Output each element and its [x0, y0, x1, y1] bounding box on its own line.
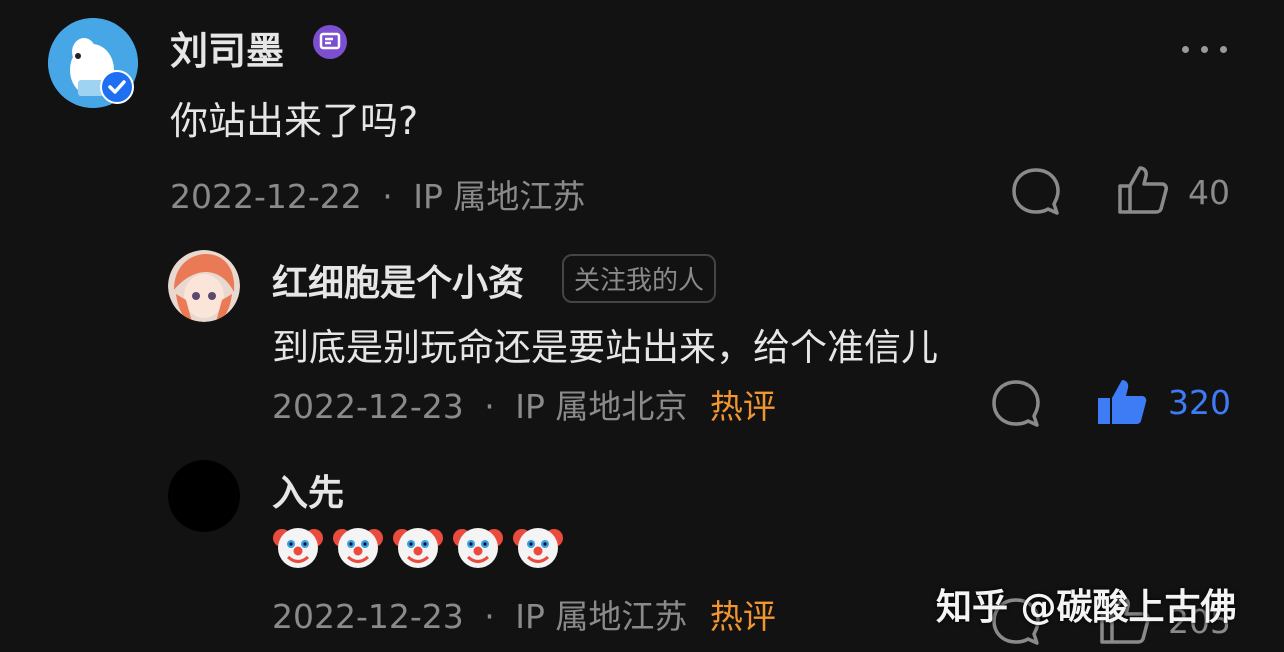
avatar-hongxibao[interactable] — [168, 250, 240, 322]
comment-date: 2022-12-23 — [272, 387, 464, 426]
clown-face-emoji — [392, 520, 444, 572]
like-icon-active[interactable] — [1096, 376, 1150, 428]
meta-separator: · — [484, 597, 495, 636]
comment-meta: 2022-12-22 · IP 属地江苏 — [170, 170, 585, 218]
comment-location: IP 属地江苏 — [515, 597, 688, 636]
like-count: 320 — [1168, 383, 1231, 422]
reply-icon[interactable] — [1010, 166, 1062, 218]
verified-icon — [100, 70, 134, 104]
member-badge-icon — [312, 24, 348, 60]
author-name[interactable]: 红细胞是个小资 — [272, 254, 524, 306]
clown-face-emoji — [512, 520, 564, 572]
comment-meta: 2022-12-23 · IP 属地北京 热评 — [272, 380, 776, 428]
more-options-icon[interactable] — [1182, 38, 1239, 57]
comment-location: IP 属地北京 — [515, 387, 688, 426]
clown-face-emoji — [332, 520, 384, 572]
hot-comment-label: 热评 — [709, 597, 776, 636]
author-name[interactable]: 刘司墨 — [170, 20, 284, 75]
hot-comment-label: 热评 — [709, 387, 776, 426]
watermark: 知乎 @碳酸上古佛 — [936, 587, 1237, 628]
comment-text: 到底是别玩命还是要站出来，给个准信儿 — [272, 326, 938, 369]
comment-location: IP 属地江苏 — [413, 177, 586, 216]
author-name[interactable]: 入先 — [272, 464, 344, 516]
comment-date: 2022-12-23 — [272, 597, 464, 636]
clown-face-emoji — [452, 520, 504, 572]
like-count: 40 — [1188, 173, 1230, 212]
clown-face-emoji — [272, 520, 324, 572]
comment-date: 2022-12-22 — [170, 177, 362, 216]
like-icon[interactable] — [1116, 164, 1170, 216]
follower-tag: 关注我的人 — [562, 254, 717, 303]
meta-separator: · — [382, 177, 393, 216]
emoji-row — [272, 520, 572, 576]
meta-separator: · — [484, 387, 495, 426]
comment-text: 你站出来了吗? — [170, 99, 419, 143]
comment-meta: 2022-12-23 · IP 属地江苏 热评 — [272, 590, 776, 638]
reply-icon[interactable] — [990, 378, 1042, 430]
avatar-ruxian[interactable] — [168, 460, 240, 532]
